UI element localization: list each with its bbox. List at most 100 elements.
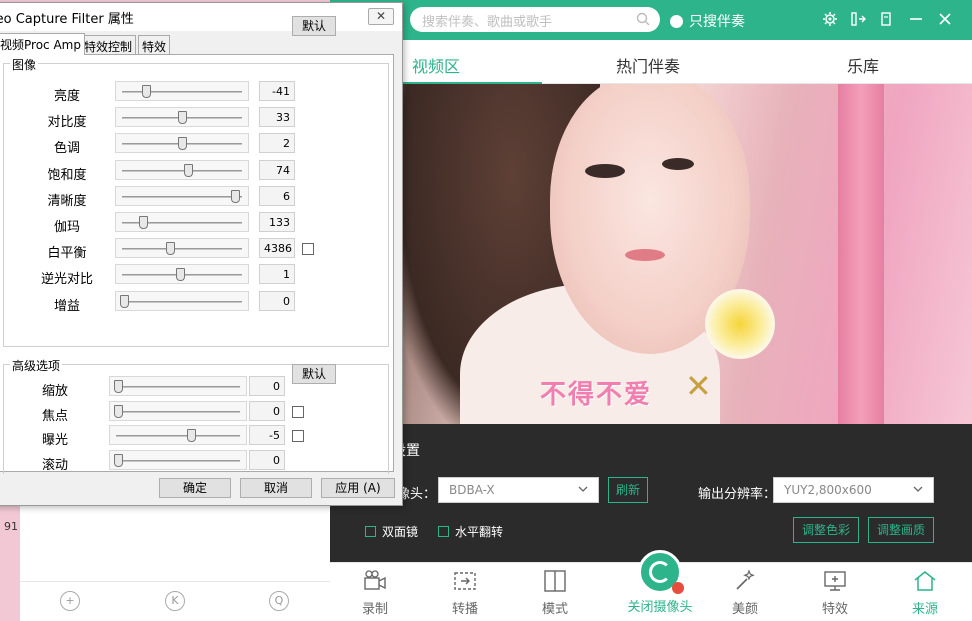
divider bbox=[20, 581, 330, 582]
image-property-label: 对比度 bbox=[47, 115, 87, 131]
slider-thumb[interactable] bbox=[178, 111, 187, 125]
beauty-button[interactable]: 美颜 bbox=[710, 568, 780, 617]
image-property-value-field[interactable]: 74 bbox=[259, 159, 295, 180]
image-property-value-field[interactable]: 2 bbox=[259, 133, 295, 154]
camera-select[interactable]: BDBA-X bbox=[438, 477, 599, 503]
image-property-value-field[interactable]: 33 bbox=[259, 107, 295, 128]
tab-effects[interactable]: 特效 bbox=[138, 35, 171, 55]
close-button[interactable]: ✕ bbox=[368, 8, 394, 25]
adjust-color-button[interactable]: 调整色彩 bbox=[793, 517, 859, 543]
image-default-button[interactable]: 默认 bbox=[292, 16, 336, 36]
advanced-property-value-field[interactable]: 0 bbox=[249, 400, 285, 421]
mini-mode-icon[interactable] bbox=[877, 10, 895, 28]
slider-thumb[interactable] bbox=[178, 137, 187, 151]
slider-thumb[interactable] bbox=[114, 453, 123, 467]
preview-eye bbox=[662, 158, 694, 170]
only-accompaniment-label: 只搜伴奏 bbox=[689, 14, 745, 30]
search-icon[interactable] bbox=[636, 12, 650, 26]
k-icon[interactable]: K bbox=[165, 591, 185, 611]
tab-video-area[interactable]: 视频区 bbox=[412, 53, 460, 77]
add-icon[interactable]: + bbox=[60, 591, 80, 611]
horizontal-flip-checkbox[interactable]: 水平翻转 bbox=[438, 523, 503, 540]
advanced-property-slider[interactable] bbox=[109, 376, 247, 396]
close-camera-button[interactable]: 关闭摄像头 bbox=[610, 550, 710, 615]
advanced-property-value-field[interactable]: 0 bbox=[249, 376, 285, 396]
advanced-property-auto-checkbox[interactable] bbox=[292, 405, 304, 418]
dialog-title-bar[interactable]: leo Capture Filter 属性 ✕ bbox=[0, 3, 402, 31]
checkbox-icon bbox=[438, 526, 449, 537]
only-accompaniment-toggle[interactable]: 只搜伴奏 bbox=[670, 11, 745, 31]
image-property-slider[interactable] bbox=[115, 212, 249, 232]
image-property-value-field[interactable]: 1 bbox=[259, 264, 295, 285]
source-button[interactable]: 来源 bbox=[890, 568, 960, 617]
cancel-button[interactable]: 取消 bbox=[240, 478, 312, 498]
slider-thumb[interactable] bbox=[114, 404, 123, 418]
advanced-property-auto-checkbox[interactable] bbox=[292, 430, 304, 442]
image-property-label: 色调 bbox=[53, 141, 80, 157]
advanced-property-slider[interactable] bbox=[109, 425, 247, 445]
image-property-slider[interactable] bbox=[115, 185, 249, 206]
slider-thumb[interactable] bbox=[175, 268, 185, 282]
advanced-property-slider[interactable] bbox=[109, 449, 247, 470]
image-property-slider[interactable] bbox=[115, 81, 249, 101]
effects-button[interactable]: 特效 bbox=[800, 568, 870, 617]
resolution-select[interactable]: YUY2,800x600 bbox=[773, 477, 934, 503]
relay-label: 转播 bbox=[451, 602, 478, 617]
slider-thumb[interactable] bbox=[120, 294, 129, 308]
resolution-select-value: YUY2,800x600 bbox=[784, 483, 872, 497]
image-property-slider[interactable] bbox=[115, 290, 249, 311]
close-icon[interactable] bbox=[936, 10, 954, 28]
image-property-value-field[interactable]: 133 bbox=[259, 212, 295, 232]
mirror-checkbox[interactable]: 双面镜 bbox=[365, 523, 418, 540]
record-button[interactable]: 录制 bbox=[340, 568, 410, 617]
search-circle-icon[interactable]: Q bbox=[269, 591, 289, 611]
slider-thumb[interactable] bbox=[187, 429, 197, 442]
search-input[interactable]: 搜索伴奏、歌曲或歌手 bbox=[410, 7, 660, 32]
slider-thumb[interactable] bbox=[138, 216, 148, 229]
refresh-button[interactable]: 刷新 bbox=[608, 477, 648, 503]
image-property-value-field[interactable]: 4386 bbox=[259, 238, 295, 259]
slider-thumb[interactable] bbox=[142, 85, 152, 98]
apply-button[interactable]: 应用 (A) bbox=[321, 478, 395, 498]
slider-thumb[interactable] bbox=[231, 189, 241, 203]
source-label: 来源 bbox=[911, 602, 938, 617]
ok-button[interactable]: 确定 bbox=[159, 478, 231, 498]
image-property-slider[interactable] bbox=[115, 133, 249, 154]
chevron-down-icon bbox=[578, 486, 588, 492]
advanced-property-slider[interactable] bbox=[109, 400, 247, 421]
exit-icon[interactable] bbox=[849, 10, 867, 28]
settings-icon[interactable] bbox=[821, 10, 839, 28]
desktop-icon-label[interactable]: 91 bbox=[4, 520, 18, 533]
image-property-label: 逆光对比 bbox=[40, 272, 93, 288]
advanced-default-button[interactable]: 默认 bbox=[292, 364, 336, 384]
image-property-value-field[interactable]: -41 bbox=[259, 81, 295, 101]
tab-proc-amp[interactable]: 视频Proc Amp bbox=[0, 33, 85, 55]
advanced-property-value-field[interactable]: -5 bbox=[249, 425, 285, 445]
image-property-value-field[interactable]: 0 bbox=[259, 290, 295, 311]
mode-button[interactable]: 模式 bbox=[520, 568, 590, 617]
image-property-label: 白平衡 bbox=[47, 246, 87, 262]
tab-music-library[interactable]: 乐库 bbox=[847, 53, 879, 77]
image-property-slider[interactable] bbox=[115, 159, 249, 180]
tab-hot-accompaniment[interactable]: 热门伴奏 bbox=[616, 53, 680, 77]
minimize-icon[interactable] bbox=[907, 10, 925, 28]
slider-thumb[interactable] bbox=[114, 380, 123, 393]
image-property-slider[interactable] bbox=[115, 107, 249, 128]
image-property-row: 饱和度 74 bbox=[0, 159, 383, 186]
slider-track bbox=[122, 195, 242, 198]
overlay-text: 不得不爱 bbox=[540, 380, 653, 410]
tab-effect-control[interactable]: 特效控制 bbox=[80, 35, 137, 55]
slider-thumb[interactable] bbox=[183, 163, 193, 177]
image-property-slider[interactable] bbox=[115, 264, 249, 285]
advanced-property-value-field[interactable]: 0 bbox=[249, 449, 285, 470]
slider-thumb[interactable] bbox=[166, 242, 176, 256]
image-property-label: 伽玛 bbox=[53, 220, 80, 235]
mode-label: 模式 bbox=[541, 602, 568, 617]
image-property-value-field[interactable]: 6 bbox=[259, 185, 295, 206]
image-property-auto-checkbox[interactable] bbox=[302, 243, 314, 256]
slider-track bbox=[122, 169, 242, 172]
adjust-quality-button[interactable]: 调整画质 bbox=[868, 517, 934, 543]
image-property-row: 色调 2 bbox=[0, 133, 383, 159]
relay-button[interactable]: 转播 bbox=[430, 568, 500, 617]
image-property-slider[interactable] bbox=[115, 238, 249, 259]
